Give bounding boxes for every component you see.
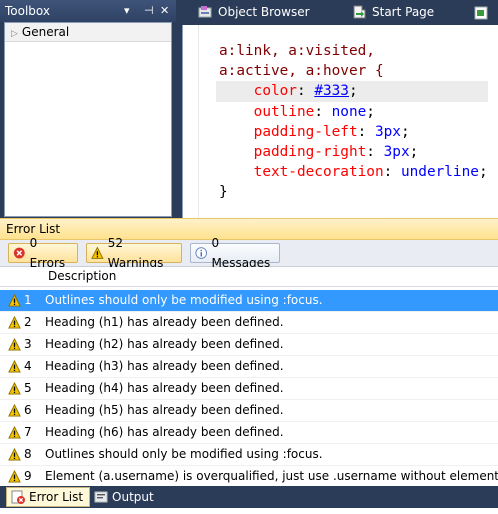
row-number: 7 [24, 425, 32, 439]
table-row[interactable]: 5 Heading (h4) has already been defined. [0, 378, 498, 400]
table-row[interactable]: 1 Outlines should only be modified using … [0, 290, 498, 312]
error-list-panel: Error List 0 Errors 52 Warnings 0 Messag [0, 218, 498, 514]
warning-icon [8, 470, 21, 483]
row-description: Heading (h2) has already been defined. [45, 337, 284, 351]
code-line-8: } [219, 184, 228, 201]
toolbox-body: ▷ General [4, 22, 172, 217]
error-filter-bar: 0 Errors 52 Warnings 0 Messages [0, 236, 498, 270]
row-description: Element (a.username) is overqualified, j… [45, 469, 498, 483]
row-number: 2 [24, 315, 32, 329]
warning-icon [8, 382, 21, 395]
warning-icon [8, 426, 21, 439]
toolbox-group-general[interactable]: ▷ General [5, 23, 171, 42]
row-number: 8 [24, 447, 32, 461]
row-description: Heading (h1) has already been defined. [45, 315, 284, 329]
errors-filter-button[interactable]: 0 Errors [8, 236, 78, 270]
object-browser-icon [198, 6, 212, 18]
row-description: Heading (h6) has already been defined. [45, 425, 284, 439]
row-description: Heading (h5) has already been defined. [45, 403, 284, 417]
table-row[interactable]: 3 Heading (h2) has already been defined. [0, 334, 498, 356]
code-line-2: a:active, a:hover { [219, 63, 384, 80]
toolbox-panel: Toolbox ▾ ⊣ ✕ ▷ General [0, 0, 176, 217]
row-description: Outlines should only be modified using :… [45, 447, 323, 461]
status-strip [0, 508, 498, 514]
table-row[interactable]: 4 Heading (h3) has already been defined. [0, 356, 498, 378]
tab-error-list[interactable]: Error List [6, 487, 91, 507]
editor-gutter [183, 25, 199, 218]
messages-filter-button[interactable]: 0 Messages [190, 236, 280, 270]
error-list-rows: 1 Outlines should only be modified using … [0, 290, 498, 487]
code-line-6: padding-right: 3px; [219, 143, 419, 160]
output-icon [94, 491, 108, 503]
table-row[interactable]: 7 Heading (h6) has already been defined. [0, 422, 498, 444]
row-number: 6 [24, 403, 32, 417]
warning-icon [8, 316, 21, 329]
document-tab-strip: Object Browser Start Page [182, 0, 498, 25]
tab-object-browser[interactable]: Object Browser [198, 2, 310, 22]
error-list-icon [11, 490, 25, 504]
warning-icon [8, 404, 21, 417]
row-number: 1 [24, 293, 32, 307]
warning-icon [91, 246, 104, 259]
tab-label: Object Browser [218, 5, 310, 19]
error-icon [13, 247, 25, 259]
code-line-4: outline: none; [219, 103, 375, 120]
code-line-7: text-decoration: underline; [219, 164, 488, 181]
toolbox-title-bar: Toolbox ▾ ⊣ ✕ [0, 0, 176, 22]
warning-icon [8, 294, 21, 307]
table-row[interactable]: 9 Element (a.username) is overqualified, … [0, 466, 498, 487]
warning-icon [8, 360, 21, 373]
table-row[interactable]: 8 Outlines should only be modified using … [0, 444, 498, 466]
warnings-filter-button[interactable]: 52 Warnings [86, 236, 182, 270]
warning-icon [8, 448, 21, 461]
close-icon[interactable]: ✕ [160, 0, 169, 22]
code-line-5: padding-left: 3px; [219, 123, 410, 140]
dropdown-icon[interactable]: ▾ [124, 0, 130, 22]
tab-output[interactable]: Output [90, 488, 160, 506]
row-description: Heading (h3) has already been defined. [45, 359, 284, 373]
toolbox-group-label: General [21, 25, 70, 39]
row-description: Outlines should only be modified using :… [45, 293, 323, 307]
table-row[interactable]: 6 Heading (h5) has already been defined. [0, 400, 498, 422]
code-editor[interactable]: a:link, a:visited, a:active, a:hover { co… [182, 25, 498, 218]
info-icon [195, 247, 208, 259]
column-header-description[interactable]: Description [0, 267, 498, 287]
document-icon [474, 6, 488, 20]
code-line-1: a:link, a:visited, [219, 43, 375, 59]
row-number: 3 [24, 337, 32, 351]
tab-error-list-label: Error List [29, 490, 84, 504]
start-page-icon [353, 5, 366, 19]
warning-icon [8, 338, 21, 351]
table-row[interactable]: 2 Heading (h1) has already been defined. [0, 312, 498, 334]
tab-output-label: Output [112, 490, 154, 504]
bottom-tool-tabs: Error List Output [0, 486, 498, 508]
code-content[interactable]: a:link, a:visited, a:active, a:hover { co… [216, 41, 488, 203]
tab-active-document[interactable] [474, 3, 494, 23]
column-header-label: Description [48, 269, 117, 283]
expand-arrow-icon[interactable]: ▷ [11, 29, 18, 39]
row-number: 9 [24, 469, 32, 483]
row-number: 4 [24, 359, 32, 373]
tab-label: Start Page [372, 5, 435, 19]
row-description: Heading (h4) has already been defined. [45, 381, 284, 395]
toolbox-title: Toolbox [5, 4, 50, 18]
pin-icon[interactable]: ⊣ [144, 0, 154, 22]
code-line-3: color: #333; [216, 81, 488, 102]
tab-start-page[interactable]: Start Page [352, 2, 434, 22]
row-number: 5 [24, 381, 32, 395]
